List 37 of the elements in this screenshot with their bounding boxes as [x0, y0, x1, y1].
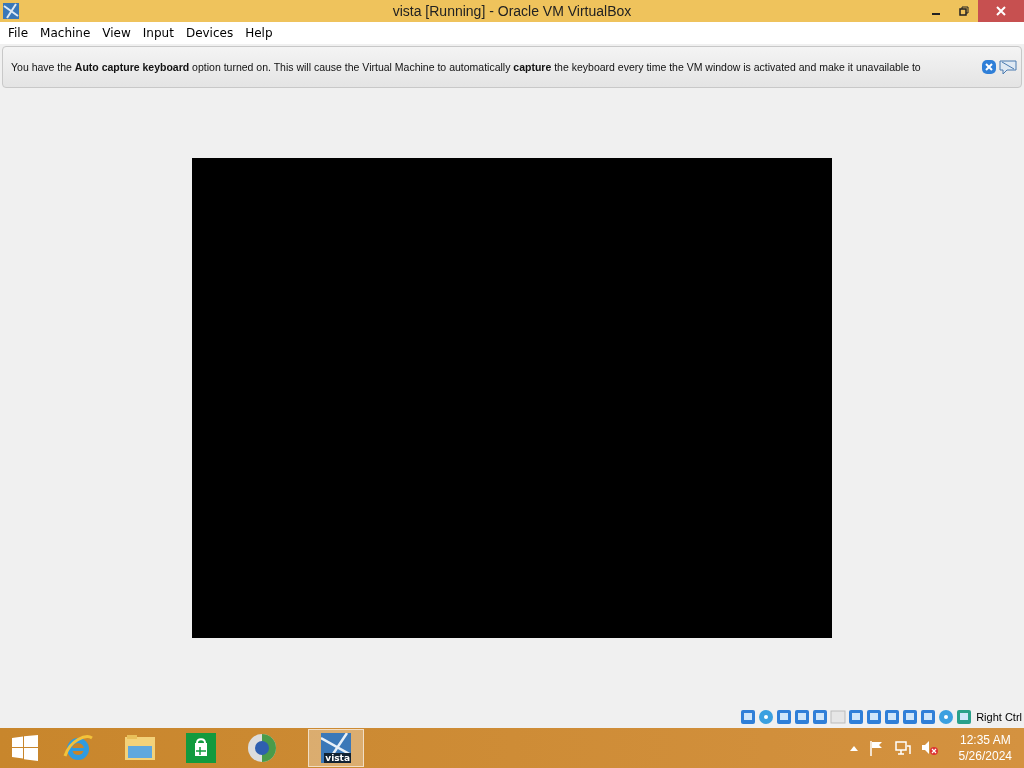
- status-icon[interactable]: [938, 709, 955, 725]
- status-icon[interactable]: [920, 709, 937, 725]
- window-title: vista [Running] - Oracle VM VirtualBox: [392, 3, 632, 19]
- close-icon: [996, 6, 1006, 16]
- status-icon[interactable]: [776, 709, 793, 725]
- menu-item[interactable]: Input: [136, 26, 180, 40]
- virtualbox-icon: [2, 2, 20, 20]
- taskbar-app-button[interactable]: vista: [308, 729, 364, 767]
- menu-item[interactable]: Machine: [34, 26, 97, 40]
- store-icon[interactable]: [186, 733, 216, 763]
- chevron-up-icon[interactable]: [848, 744, 859, 752]
- status-icon[interactable]: [866, 709, 883, 725]
- status-icon[interactable]: [740, 709, 757, 725]
- status-icon[interactable]: [956, 709, 973, 725]
- notification-text: You have the Auto capture keyboard option turned on. This will cause the Virtual Machine to automatically capture the keyboard every time the VM window is activated and make it unavailable to: [11, 61, 922, 73]
- flag-icon[interactable]: [868, 740, 885, 756]
- close-icon[interactable]: [981, 59, 997, 75]
- status-icon[interactable]: [902, 709, 919, 725]
- speech-bubble-icon[interactable]: [999, 59, 1017, 75]
- status-icon[interactable]: [848, 709, 865, 725]
- status-icon[interactable]: [758, 709, 775, 725]
- minimize-icon: [932, 13, 940, 15]
- network-icon[interactable]: [894, 740, 911, 756]
- status-icon[interactable]: [884, 709, 901, 725]
- restore-icon: [959, 6, 969, 16]
- menu-item[interactable]: View: [96, 26, 137, 40]
- host-key-label: Right Ctrl: [976, 711, 1022, 723]
- muted-speaker-icon[interactable]: [920, 740, 939, 756]
- menu-item[interactable]: File: [2, 26, 35, 40]
- close-button[interactable]: [978, 0, 1024, 22]
- menu-item[interactable]: Help: [239, 26, 279, 40]
- status-icon[interactable]: [812, 709, 829, 725]
- windows-start-icon[interactable]: [12, 735, 38, 761]
- status-icon[interactable]: [794, 709, 811, 725]
- folder-icon[interactable]: [124, 734, 156, 762]
- menu-item[interactable]: Devices: [179, 26, 240, 40]
- globe-icon[interactable]: [246, 732, 278, 764]
